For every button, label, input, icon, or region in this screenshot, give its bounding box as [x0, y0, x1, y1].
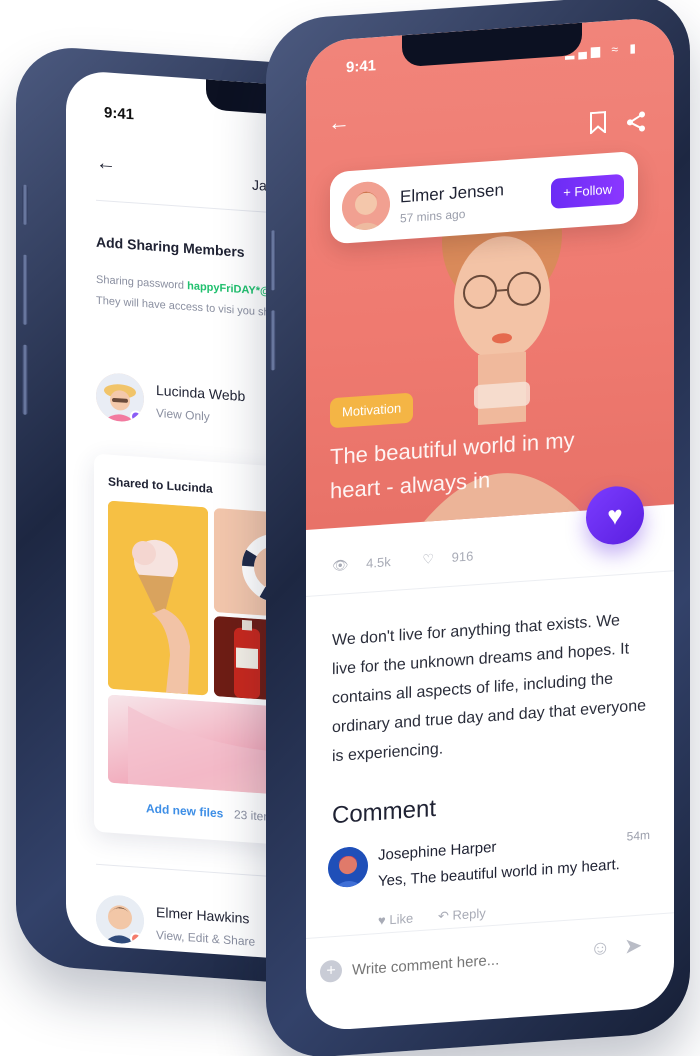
follow-button[interactable]: + Follow [551, 173, 624, 209]
category-tag[interactable]: Motivation [330, 392, 414, 429]
author-avatar-image [342, 181, 390, 231]
bookmark-glyph [590, 111, 606, 136]
comment-input[interactable] [352, 936, 582, 987]
member-role: View, Edit & Share [156, 927, 256, 949]
post-time: 57 mins ago [400, 206, 466, 226]
member-name: Elmer Hawkins [156, 903, 250, 927]
side-button [270, 310, 276, 371]
battery-icon: ▮ [629, 40, 640, 56]
likes-stat: ♡ 916 [422, 547, 487, 567]
like-button[interactable]: ♥ Like [378, 911, 413, 928]
reply-button[interactable]: ↶ Reply [438, 905, 486, 924]
avatar [96, 893, 144, 946]
ice-cream-thumbnail[interactable] [108, 500, 208, 696]
views-stat: 👁︎ 4.5k [332, 553, 405, 573]
views-count: 4.5k [366, 554, 391, 571]
heart-outline-icon: ♡ [422, 551, 434, 567]
author-avatar[interactable] [342, 180, 390, 232]
member-role: View Only [156, 405, 210, 424]
divider [306, 570, 674, 598]
front-screen: 9:41 ▂▄▆ ≈ ▮ ← Motivation The beautiful … [306, 16, 674, 1033]
post-stats: 👁︎ 4.5k ♡ 916 [332, 546, 501, 574]
commenter-avatar[interactable] [328, 845, 368, 889]
reply-icon: ↶ [438, 908, 449, 924]
eye-icon: 👁︎ [332, 557, 349, 574]
add-attachment-icon[interactable]: + [320, 959, 342, 984]
role-badge-icon [130, 932, 142, 945]
emoji-icon[interactable]: ☺ [590, 937, 610, 961]
commenter-name[interactable]: Josephine Harper [378, 839, 496, 864]
member-name: Lucinda Webb [156, 381, 246, 405]
bookmark-icon[interactable] [590, 111, 606, 140]
side-button [22, 254, 28, 325]
send-icon[interactable]: ➤ [624, 933, 642, 960]
back-arrow-icon[interactable]: ← [328, 109, 350, 137]
like-label: Like [389, 910, 414, 928]
comment-time: 54m [626, 827, 650, 844]
hero-image-section: 9:41 ▂▄▆ ≈ ▮ ← Motivation The beautiful … [306, 16, 674, 531]
wifi-icon: ≈ [611, 41, 623, 57]
shared-card-title: Shared to Lucinda [108, 474, 213, 496]
heart-outline-icon: ♥ [378, 912, 386, 928]
section-title: Add Sharing Members [96, 233, 245, 261]
reply-label: Reply [452, 905, 486, 923]
share-glyph [627, 111, 645, 132]
front-phone: 9:41 ▂▄▆ ≈ ▮ ← Motivation The beautiful … [266, 0, 690, 1056]
back-arrow-icon[interactable]: ← [96, 152, 116, 176]
status-time: 9:41 [104, 104, 135, 124]
comment-heading: Comment [332, 794, 437, 830]
share-icon[interactable] [626, 110, 646, 139]
post-body: We don't live for anything that exists. … [332, 612, 646, 766]
side-button [22, 344, 28, 415]
role-badge-icon [130, 410, 142, 423]
side-button [22, 184, 28, 225]
author-name[interactable]: Elmer Jensen [400, 180, 504, 207]
side-button [270, 230, 276, 291]
description-prefix: Sharing password [96, 273, 188, 293]
ice-cream-image [108, 500, 208, 696]
status-time: 9:41 [346, 57, 377, 77]
add-files-link[interactable]: Add new files [146, 801, 223, 820]
commenter-avatar-image [328, 847, 368, 889]
likes-count: 916 [451, 548, 474, 565]
avatar [96, 371, 144, 424]
